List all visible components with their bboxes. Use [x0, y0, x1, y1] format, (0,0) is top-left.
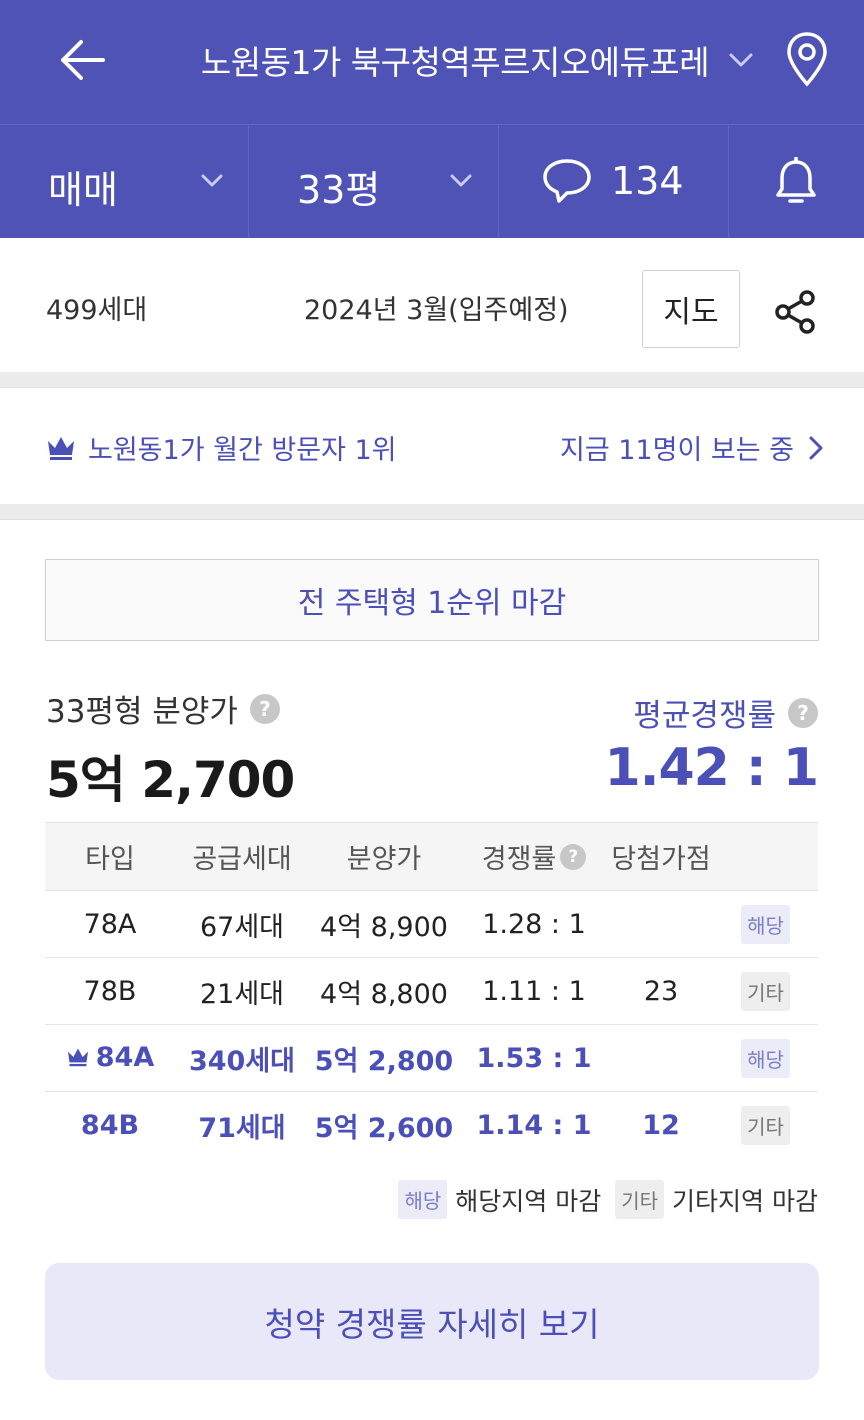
competition-label-text: 평균경쟁률 — [633, 698, 776, 734]
price-value: 5억 2,700 — [46, 751, 295, 809]
section-divider — [0, 372, 864, 388]
current-viewers-text: 지금 11명이 보는 중 — [560, 435, 794, 466]
speech-bubble-icon — [543, 159, 591, 203]
table-row: 78A 67세대 4억 8,900 1.28 : 1 해당 — [45, 890, 818, 957]
question-icon[interactable]: ? — [249, 693, 280, 724]
crown-icon — [67, 1048, 88, 1067]
header-units: 공급세대 — [192, 844, 292, 875]
cell-rate: 1.53 : 1 — [476, 1042, 592, 1074]
size-dropdown[interactable]: 33평 — [249, 125, 499, 238]
cell-tag: 해당 — [713, 1038, 818, 1078]
cell-tag: 해당 — [713, 904, 818, 944]
legend-local-tag: 해당 — [398, 1180, 448, 1219]
tag-legend: 해당 해당지역 마감 기타 기타지역 마감 — [398, 1180, 818, 1219]
question-icon[interactable]: ? — [560, 843, 587, 870]
header-score: 당첨가점 — [611, 844, 711, 875]
cell-score: 12 — [642, 1109, 680, 1141]
chevron-down-icon[interactable] — [724, 46, 758, 74]
current-viewers-link[interactable]: 지금 11명이 보는 중 — [560, 428, 824, 467]
visitor-ranking-text: 노원동1가 월간 방문자 1위 — [88, 435, 397, 466]
cell-rate: 1.28 : 1 — [482, 908, 586, 940]
cell-price: 4억 8,800 — [320, 978, 448, 1010]
cell-units: 21세대 — [199, 978, 285, 1010]
complex-title-selector[interactable]: 노원동1가 북구청역푸르지오에듀포레 — [150, 30, 760, 90]
cell-type: 78B — [83, 975, 137, 1007]
cell-units: 71세대 — [198, 1112, 286, 1144]
table-row: 78B 21세대 4억 8,800 1.11 : 1 23 기타 — [45, 957, 818, 1024]
bell-icon — [776, 157, 816, 203]
cell-price: 4억 8,900 — [320, 911, 448, 943]
cell-type: 84A — [45, 1042, 175, 1075]
cell-rate: 1.11 : 1 — [482, 975, 586, 1007]
first-priority-closed-banner: 전 주택형 1순위 마감 — [45, 559, 819, 641]
other-area-tag: 기타 — [741, 971, 790, 1011]
arrow-left-icon — [61, 40, 105, 80]
share-icon — [775, 290, 815, 334]
comments-button[interactable]: 134 — [499, 125, 729, 238]
header-type: 타입 — [85, 844, 135, 875]
price-label: 33평형 분양가 ? — [46, 686, 280, 731]
cell-price: 5억 2,800 — [314, 1045, 454, 1077]
cell-type-text: 84A — [95, 1041, 155, 1073]
crown-icon — [48, 436, 74, 460]
top-app-bar: 노원동1가 북구청역푸르지오에듀포레 — [0, 0, 864, 124]
move-in-date: 2024년 3월(입주예정) — [304, 295, 569, 326]
subscription-table: 타입 공급세대 분양가 경쟁률 ? 당첨가점 78A 67세대 4억 8,900… — [45, 822, 818, 1158]
map-pin-icon — [787, 32, 827, 87]
cell-tag: 기타 — [713, 971, 818, 1011]
cell-score: 23 — [643, 975, 679, 1007]
table-header: 타입 공급세대 분양가 경쟁률 ? 당첨가점 — [45, 822, 818, 890]
price-label-text: 33평형 분양가 — [46, 694, 238, 730]
question-icon[interactable]: ? — [788, 697, 818, 728]
header-price: 분양가 — [346, 844, 422, 875]
visitor-ranking-row: 노원동1가 월간 방문자 1위 지금 11명이 보는 중 — [0, 388, 864, 504]
cell-rate: 1.14 : 1 — [476, 1109, 592, 1141]
size-label: 33평 — [297, 168, 381, 212]
map-pin-button[interactable] — [784, 30, 830, 90]
household-count: 499세대 — [46, 295, 148, 326]
header-rate-text: 경쟁률 — [481, 844, 557, 875]
cell-units: 340세대 — [188, 1045, 296, 1077]
page-title: 노원동1가 북구청역푸르지오에듀포레 — [200, 43, 710, 82]
legend-other-text: 기타지역 마감 — [672, 1186, 818, 1216]
table-row: 84B 71세대 5억 2,600 1.14 : 1 12 기타 — [45, 1091, 818, 1158]
cell-type: 84B — [80, 1109, 140, 1141]
notification-button[interactable] — [729, 125, 864, 238]
competition-label: 평균경쟁률 ? — [633, 690, 818, 735]
table-row: 84A 340세대 5억 2,800 1.53 : 1 해당 — [45, 1024, 818, 1091]
chevron-down-icon — [450, 174, 472, 187]
chevron-down-icon — [201, 174, 223, 187]
competition-value: 1.42 : 1 — [604, 738, 819, 798]
cell-units: 67세대 — [199, 911, 285, 943]
map-button[interactable]: 지도 — [642, 270, 740, 348]
local-area-tag: 해당 — [741, 1038, 790, 1078]
section-divider — [0, 504, 864, 520]
trade-type-label: 매매 — [48, 168, 118, 212]
back-button[interactable] — [52, 32, 112, 88]
trade-type-dropdown[interactable]: 매매 — [0, 125, 249, 238]
cell-tag: 기타 — [713, 1105, 818, 1145]
complex-info-row: 499세대 2024년 3월(입주예정) 지도 — [0, 238, 864, 372]
chevron-right-icon — [809, 436, 823, 459]
cell-type: 78A — [83, 908, 137, 940]
share-button[interactable] — [772, 288, 820, 336]
comment-count: 134 — [611, 159, 684, 203]
legend-local-text: 해당지역 마감 — [455, 1186, 602, 1216]
local-area-tag: 해당 — [741, 904, 790, 944]
header-rate: 경쟁률 ? — [459, 837, 609, 876]
cell-price: 5억 2,600 — [314, 1112, 454, 1144]
other-area-tag: 기타 — [741, 1105, 790, 1145]
visitor-ranking[interactable]: 노원동1가 월간 방문자 1위 — [46, 428, 397, 467]
filter-bar: 매매 33평 134 — [0, 124, 864, 238]
competition-detail-button[interactable]: 청약 경쟁률 자세히 보기 — [45, 1263, 819, 1380]
legend-other-tag: 기타 — [615, 1180, 665, 1219]
